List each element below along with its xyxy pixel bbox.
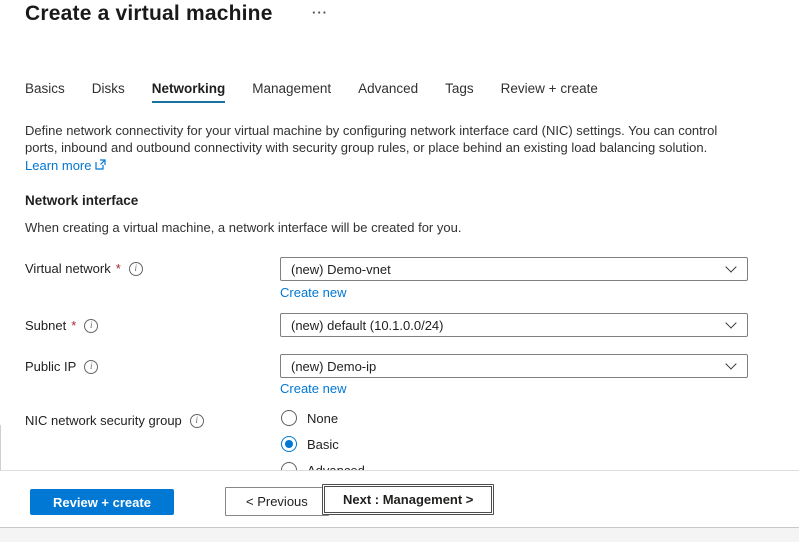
info-icon[interactable]: i: [84, 360, 98, 374]
info-icon[interactable]: i: [84, 319, 98, 333]
learn-more-link[interactable]: Learn more: [25, 158, 106, 173]
more-options-icon[interactable]: ···: [312, 1, 328, 25]
next-management-button-label: Next : Management >: [324, 486, 492, 513]
tab-review-create[interactable]: Review + create: [501, 82, 598, 103]
virtual-network-label-text: Virtual network: [25, 261, 111, 276]
public-ip-value: (new) Demo-ip: [291, 359, 727, 374]
external-link-icon: [95, 158, 106, 173]
tab-advanced[interactable]: Advanced: [358, 82, 418, 103]
info-icon[interactable]: i: [190, 414, 204, 428]
subnet-label: Subnet * i: [25, 318, 98, 333]
subnet-value: (new) default (10.1.0.0/24): [291, 318, 727, 333]
chevron-down-icon: [725, 358, 736, 369]
nsg-radio-none[interactable]: None: [281, 409, 338, 427]
public-ip-label-text: Public IP: [25, 359, 76, 374]
nsg-radio-basic-label: Basic: [307, 437, 339, 452]
tab-description: Define network connectivity for your vir…: [25, 122, 725, 156]
nsg-label: NIC network security group i: [25, 413, 204, 428]
radio-unchecked-icon: [281, 462, 297, 470]
page-title: Create a virtual machine: [25, 2, 273, 26]
nsg-radio-none-label: None: [307, 411, 338, 426]
nsg-radio-basic[interactable]: Basic: [281, 435, 339, 453]
required-asterisk: *: [71, 318, 76, 333]
tab-networking[interactable]: Networking: [152, 82, 226, 103]
chevron-down-icon: [725, 261, 736, 272]
virtual-network-create-new-link[interactable]: Create new: [280, 285, 346, 300]
subnet-label-text: Subnet: [25, 318, 66, 333]
networking-tab-content: Create a virtual machine ··· Basics Disk…: [0, 0, 799, 470]
nsg-label-text: NIC network security group: [25, 413, 182, 428]
public-ip-create-new-link[interactable]: Create new: [280, 381, 346, 396]
wizard-tabs: Basics Disks Networking Management Advan…: [25, 82, 598, 103]
section-subtitle: When creating a virtual machine, a netwo…: [25, 220, 461, 235]
review-create-button[interactable]: Review + create: [30, 489, 174, 515]
virtual-network-value: (new) Demo-vnet: [291, 262, 727, 277]
public-ip-select[interactable]: (new) Demo-ip: [280, 354, 748, 378]
nsg-radio-advanced-label: Advanced: [307, 463, 365, 471]
radio-unchecked-icon: [281, 410, 297, 426]
taskbar-strip: [0, 527, 799, 542]
tab-tags[interactable]: Tags: [445, 82, 474, 103]
wizard-footer: Review + create < Previous Next : Manage…: [0, 470, 799, 527]
required-asterisk: *: [116, 261, 121, 276]
public-ip-label: Public IP i: [25, 359, 98, 374]
subnet-select[interactable]: (new) default (10.1.0.0/24): [280, 313, 748, 337]
previous-button[interactable]: < Previous: [225, 487, 329, 516]
radio-checked-icon: [281, 436, 297, 452]
virtual-network-label: Virtual network * i: [25, 261, 143, 276]
next-management-button[interactable]: Next : Management >: [322, 484, 494, 515]
tab-basics[interactable]: Basics: [25, 82, 65, 103]
chevron-down-icon: [725, 317, 736, 328]
virtual-network-select[interactable]: (new) Demo-vnet: [280, 257, 748, 281]
learn-more-label: Learn more: [25, 158, 91, 173]
tab-disks[interactable]: Disks: [92, 82, 125, 103]
tab-management[interactable]: Management: [252, 82, 331, 103]
panel-edge-divider: [0, 425, 1, 470]
info-icon[interactable]: i: [129, 262, 143, 276]
section-title-network-interface: Network interface: [25, 193, 138, 208]
create-vm-page: Create a virtual machine ··· Basics Disk…: [0, 0, 799, 542]
nsg-radio-advanced[interactable]: Advanced: [281, 461, 365, 470]
